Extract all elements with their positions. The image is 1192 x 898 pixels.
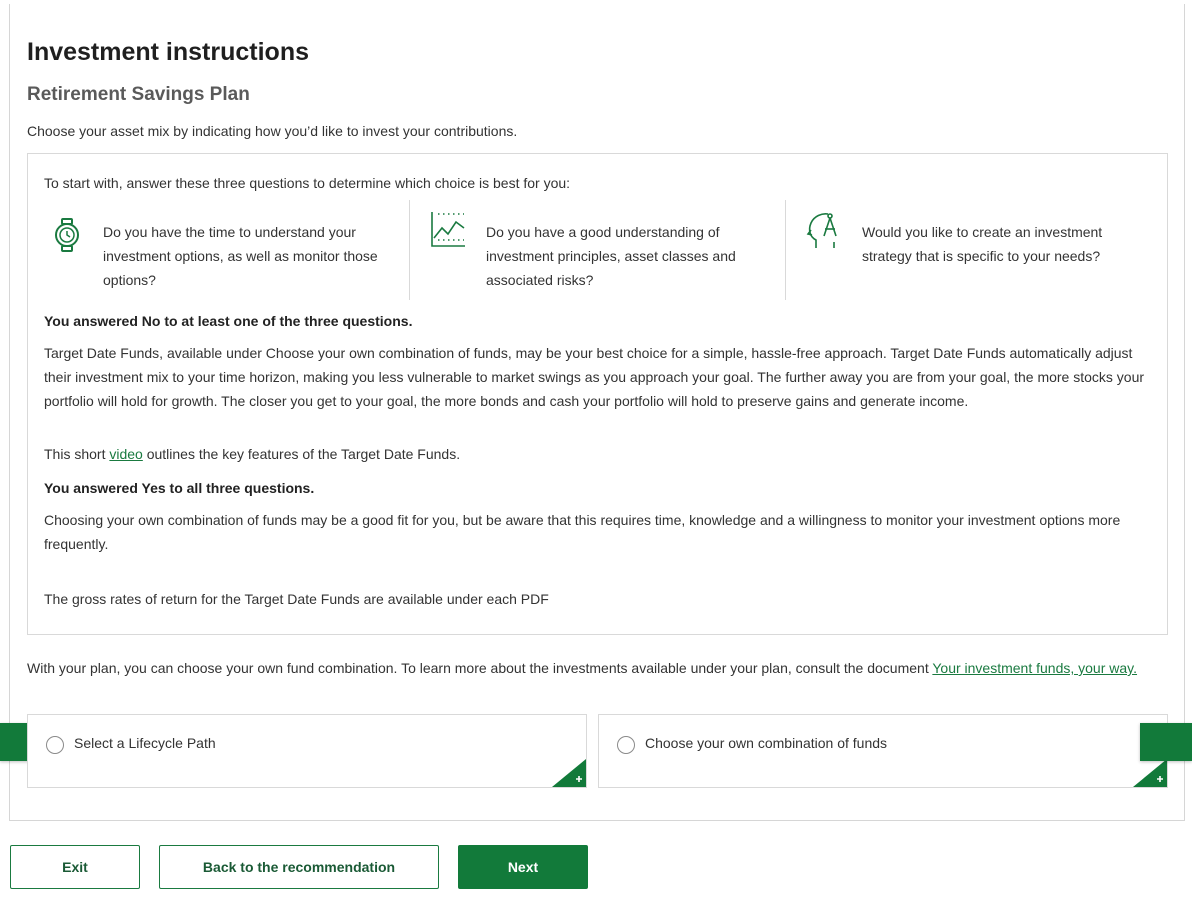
investment-funds-link[interactable]: Your investment funds, your way.: [932, 660, 1137, 676]
questions-box: To start with, answer these three questi…: [27, 153, 1168, 635]
intro-text: Choose your asset mix by indicating how …: [27, 123, 518, 139]
plan-info: With your plan, you can choose your own …: [27, 656, 1157, 680]
head-compass-icon: [806, 210, 837, 248]
option-label: Choose your own combination of funds: [645, 735, 888, 751]
option-label: Select a Lifecycle Path: [74, 735, 216, 751]
expand-plus-icon[interactable]: [1133, 759, 1167, 787]
video-link[interactable]: video: [109, 446, 142, 462]
answer-yes-heading: You answered Yes to all three questions.: [44, 480, 315, 496]
side-tab-right: [1140, 723, 1192, 761]
next-button[interactable]: Next: [458, 845, 588, 889]
question-text: Do you have the time to understand your …: [103, 224, 378, 288]
answer-no-text: Target Date Funds, available under Choos…: [44, 345, 1145, 409]
video-text-after: outlines the key features of the Target …: [142, 446, 461, 462]
plan-text: With your plan, you can choose your own …: [27, 660, 933, 676]
option-lifecycle-path[interactable]: Select a Lifecycle Path: [27, 714, 587, 788]
back-to-recommendation-button[interactable]: Back to the recommendation: [159, 845, 439, 889]
page-title: Investment instructions: [27, 38, 309, 66]
video-text-before: This short: [44, 446, 110, 462]
own-combination-radio[interactable]: [617, 736, 635, 754]
answer-no-heading: You answered No to at least one of the t…: [44, 313, 413, 329]
question-strategy: Would you like to create an investment s…: [786, 200, 1156, 300]
questions-lead: To start with, answer these three questi…: [44, 175, 571, 191]
question-text: Would you like to create an investment s…: [862, 224, 1103, 264]
answer-yes-text: Choosing your own combination of funds m…: [44, 512, 1121, 552]
exit-button[interactable]: Exit: [10, 845, 140, 889]
question-time: Do you have the time to understand your …: [44, 200, 410, 300]
question-text: Do you have a good understanding of inve…: [486, 224, 736, 288]
option-own-combination[interactable]: Choose your own combination of funds: [598, 714, 1168, 788]
video-sentence: This short video outlines the key featur…: [44, 446, 460, 462]
question-knowledge: Do you have a good understanding of inve…: [410, 200, 786, 300]
lifecycle-radio[interactable]: [46, 736, 64, 754]
plan-subtitle: Retirement Savings Plan: [27, 84, 250, 105]
stopwatch-icon: [52, 218, 82, 252]
line-chart-icon: [430, 210, 465, 247]
expand-plus-icon[interactable]: [552, 759, 586, 787]
gross-returns-note: The gross rates of return for the Target…: [44, 591, 549, 607]
